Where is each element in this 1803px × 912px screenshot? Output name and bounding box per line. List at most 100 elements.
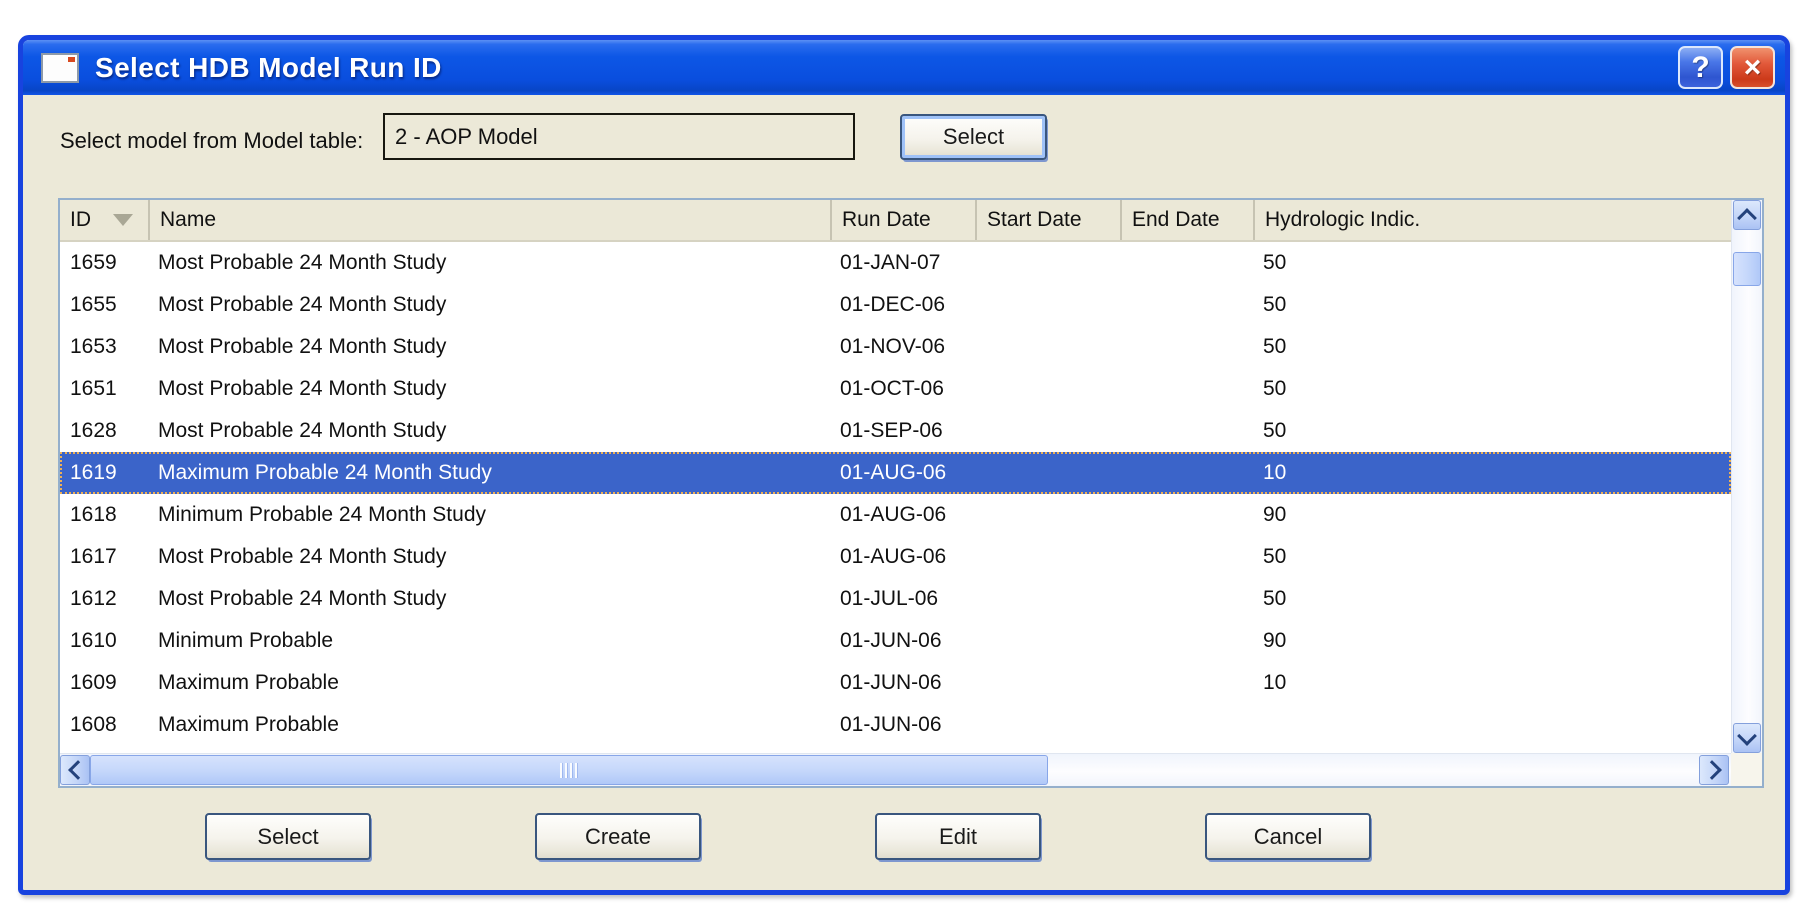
sort-descending-icon: [113, 214, 133, 226]
cell-run-date: 01-AUG-06: [830, 536, 975, 578]
cell-id: 1618: [60, 494, 148, 536]
cell-run-date: 01-SEP-06: [830, 410, 975, 452]
cell-id: 1653: [60, 326, 148, 368]
cell-name: Maximum Probable: [148, 704, 830, 746]
create-button[interactable]: Create: [535, 813, 701, 860]
cell-name: Most Probable 24 Month Study: [148, 242, 830, 284]
model-select-button[interactable]: Select: [900, 114, 1047, 160]
cell-start-date: [975, 494, 1120, 536]
cell-start-date: [975, 620, 1120, 662]
model-table-field[interactable]: [383, 113, 855, 160]
cell-end-date: [1120, 326, 1253, 368]
column-header-hydrologic-indicator[interactable]: Hydrologic Indic.: [1253, 200, 1731, 240]
table-row-1617[interactable]: 1617 Most Probable 24 Month Study 01-AUG…: [60, 536, 1731, 578]
scroll-down-button[interactable]: [1733, 723, 1761, 753]
cell-hydrologic-indicator: 10: [1253, 452, 1731, 494]
cell-hydrologic-indicator: 50: [1253, 284, 1731, 326]
cell-run-date: 01-NOV-06: [830, 326, 975, 368]
cell-id: 1651: [60, 368, 148, 410]
table-row-1618[interactable]: 1618 Minimum Probable 24 Month Study 01-…: [60, 494, 1731, 536]
select-button[interactable]: Select: [205, 813, 371, 860]
cell-run-date: 01-JUN-06: [830, 704, 975, 746]
column-header-name[interactable]: Name: [148, 200, 830, 240]
cell-hydrologic-indicator: 90: [1253, 494, 1731, 536]
horizontal-scrollbar[interactable]: [60, 753, 1731, 786]
cell-run-date: 01-JAN-07: [830, 242, 975, 284]
table-row-1655[interactable]: 1655 Most Probable 24 Month Study 01-DEC…: [60, 284, 1731, 326]
table-row-1628[interactable]: 1628 Most Probable 24 Month Study 01-SEP…: [60, 410, 1731, 452]
cell-name: Most Probable 24 Month Study: [148, 536, 830, 578]
cell-end-date: [1120, 494, 1253, 536]
table-row-1619-selected[interactable]: 1619 Maximum Probable 24 Month Study 01-…: [60, 452, 1731, 494]
vertical-scrollbar[interactable]: [1731, 200, 1762, 753]
cell-start-date: [975, 368, 1120, 410]
cell-hydrologic-indicator: 50: [1253, 410, 1731, 452]
table-body: ID Name Run Date Start Date End Date Hyd…: [60, 200, 1731, 753]
table-header-row: ID Name Run Date Start Date End Date Hyd…: [60, 200, 1731, 242]
cell-end-date: [1120, 662, 1253, 704]
dialog-title: Select HDB Model Run ID: [95, 52, 1671, 84]
cell-run-date: 01-DEC-06: [830, 284, 975, 326]
cell-end-date: [1120, 704, 1253, 746]
cell-end-date: [1120, 578, 1253, 620]
horizontal-scroll-thumb[interactable]: [90, 755, 1048, 785]
table-row-1610[interactable]: 1610 Minimum Probable 01-JUN-06 90: [60, 620, 1731, 662]
close-icon: ×: [1744, 51, 1762, 85]
vertical-scroll-thumb[interactable]: [1733, 252, 1761, 286]
cell-id: 1619: [60, 452, 148, 494]
cell-end-date: [1120, 368, 1253, 410]
chevron-left-icon: [68, 760, 88, 780]
model-run-table: ID Name Run Date Start Date End Date Hyd…: [58, 198, 1764, 788]
cell-name: Maximum Probable 24 Month Study: [148, 452, 830, 494]
table-row-1651[interactable]: 1651 Most Probable 24 Month Study 01-OCT…: [60, 368, 1731, 410]
cell-id: 1628: [60, 410, 148, 452]
chevron-right-icon: [1702, 760, 1722, 780]
cell-name: Minimum Probable 24 Month Study: [148, 494, 830, 536]
cell-start-date: [975, 242, 1120, 284]
cell-id: 1608: [60, 704, 148, 746]
create-button-label: Create: [585, 824, 651, 850]
cell-id: 1659: [60, 242, 148, 284]
table-row-1609[interactable]: 1609 Maximum Probable 01-JUN-06 10: [60, 662, 1731, 704]
model-select-button-label: Select: [943, 124, 1004, 150]
help-button[interactable]: ?: [1678, 46, 1723, 89]
cell-run-date: 01-AUG-06: [830, 494, 975, 536]
select-button-label: Select: [257, 824, 318, 850]
scroll-right-button[interactable]: [1699, 755, 1729, 785]
scroll-up-button[interactable]: [1733, 200, 1761, 230]
column-header-end-date[interactable]: End Date: [1120, 200, 1253, 240]
table-row-1608[interactable]: 1608 Maximum Probable 01-JUN-06: [60, 704, 1731, 746]
close-button[interactable]: ×: [1730, 46, 1775, 89]
edit-button[interactable]: Edit: [875, 813, 1041, 860]
cell-run-date: 01-JUN-06: [830, 620, 975, 662]
edit-button-label: Edit: [939, 824, 977, 850]
model-table-label: Select model from Model table:: [60, 117, 363, 164]
cell-run-date: 01-AUG-06: [830, 452, 975, 494]
column-header-id[interactable]: ID: [60, 200, 148, 240]
column-header-start-date[interactable]: Start Date: [975, 200, 1120, 240]
cell-id: 1609: [60, 662, 148, 704]
titlebar[interactable]: Select HDB Model Run ID ? ×: [23, 40, 1785, 95]
cell-name: Most Probable 24 Month Study: [148, 284, 830, 326]
table-row-1653[interactable]: 1653 Most Probable 24 Month Study 01-NOV…: [60, 326, 1731, 368]
table-row-1659[interactable]: 1659 Most Probable 24 Month Study 01-JAN…: [60, 242, 1731, 284]
cell-end-date: [1120, 410, 1253, 452]
cell-hydrologic-indicator: 50: [1253, 536, 1731, 578]
scroll-left-button[interactable]: [60, 755, 90, 785]
cancel-button-label: Cancel: [1254, 824, 1322, 850]
cell-hydrologic-indicator: 50: [1253, 578, 1731, 620]
cell-id: 1655: [60, 284, 148, 326]
cell-name: Most Probable 24 Month Study: [148, 410, 830, 452]
cancel-button[interactable]: Cancel: [1205, 813, 1371, 860]
cell-run-date: 01-JUL-06: [830, 578, 975, 620]
dialog-content: Select model from Model table: Select ID…: [23, 95, 1785, 890]
cell-hydrologic-indicator: 50: [1253, 368, 1731, 410]
chevron-down-icon: [1737, 726, 1757, 746]
table-row-1612[interactable]: 1612 Most Probable 24 Month Study 01-JUL…: [60, 578, 1731, 620]
cell-name: Minimum Probable: [148, 620, 830, 662]
cell-end-date: [1120, 452, 1253, 494]
column-header-run-date[interactable]: Run Date: [830, 200, 975, 240]
cell-run-date: 01-JUN-06: [830, 662, 975, 704]
cell-start-date: [975, 452, 1120, 494]
chevron-up-icon: [1737, 208, 1757, 228]
